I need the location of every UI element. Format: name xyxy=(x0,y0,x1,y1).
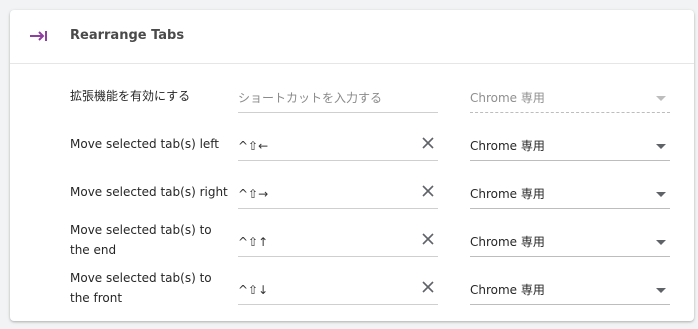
command-row: Move selected tab(s) left Chrome 専用 xyxy=(10,122,694,168)
command-label: 拡張機能を有効にする xyxy=(70,89,191,103)
command-label: Move selected tab(s) right xyxy=(70,185,228,199)
extension-shortcuts-card: Rearrange Tabs 拡張機能を有効にする Chrome 専用 Move… xyxy=(10,10,694,321)
scope-value: Chrome 専用 xyxy=(470,139,545,153)
chevron-down-icon xyxy=(656,144,666,149)
scope-value: Chrome 専用 xyxy=(470,187,545,201)
clear-icon[interactable] xyxy=(420,183,436,199)
scope-select[interactable]: Chrome 専用 xyxy=(470,82,670,113)
card-header: Rearrange Tabs xyxy=(10,10,694,64)
shortcut-input[interactable] xyxy=(238,183,408,205)
tab-to-end-icon xyxy=(30,31,47,41)
shortcut-input[interactable] xyxy=(238,87,408,109)
command-label: Move selected tab(s) left xyxy=(70,137,220,151)
scope-select[interactable]: Chrome 専用 xyxy=(470,178,670,209)
scope-value: Chrome 専用 xyxy=(470,235,545,249)
shortcut-field xyxy=(238,274,438,305)
shortcut-field xyxy=(238,178,438,209)
scope-select[interactable]: Chrome 専用 xyxy=(470,226,670,257)
command-label: Move selected tab(s) to the end xyxy=(70,223,212,257)
clear-icon[interactable] xyxy=(420,231,436,247)
command-row: 拡張機能を有効にする Chrome 専用 xyxy=(10,74,694,120)
shortcut-input[interactable] xyxy=(238,231,408,253)
scope-select[interactable]: Chrome 専用 xyxy=(470,274,670,305)
scope-value: Chrome 専用 xyxy=(470,91,545,105)
chevron-down-icon xyxy=(656,192,666,197)
clear-icon[interactable] xyxy=(420,135,436,151)
chevron-down-icon xyxy=(656,288,666,293)
shortcut-field xyxy=(238,226,438,257)
shortcut-field xyxy=(238,130,438,161)
scope-select[interactable]: Chrome 専用 xyxy=(470,130,670,161)
shortcut-field xyxy=(238,82,438,113)
chevron-down-icon xyxy=(656,240,666,245)
scope-value: Chrome 専用 xyxy=(470,283,545,297)
command-row: Move selected tab(s) right Chrome 専用 xyxy=(10,170,694,216)
shortcut-input[interactable] xyxy=(238,135,408,157)
command-row: Move selected tab(s) to the end Chrome 専… xyxy=(10,218,694,264)
clear-icon[interactable] xyxy=(420,279,436,295)
command-label: Move selected tab(s) to the front xyxy=(70,271,212,305)
extension-title: Rearrange Tabs xyxy=(70,28,185,43)
command-row: Move selected tab(s) to the front Chrome… xyxy=(10,266,694,312)
chevron-down-icon xyxy=(656,96,666,101)
shortcut-input[interactable] xyxy=(238,279,408,301)
